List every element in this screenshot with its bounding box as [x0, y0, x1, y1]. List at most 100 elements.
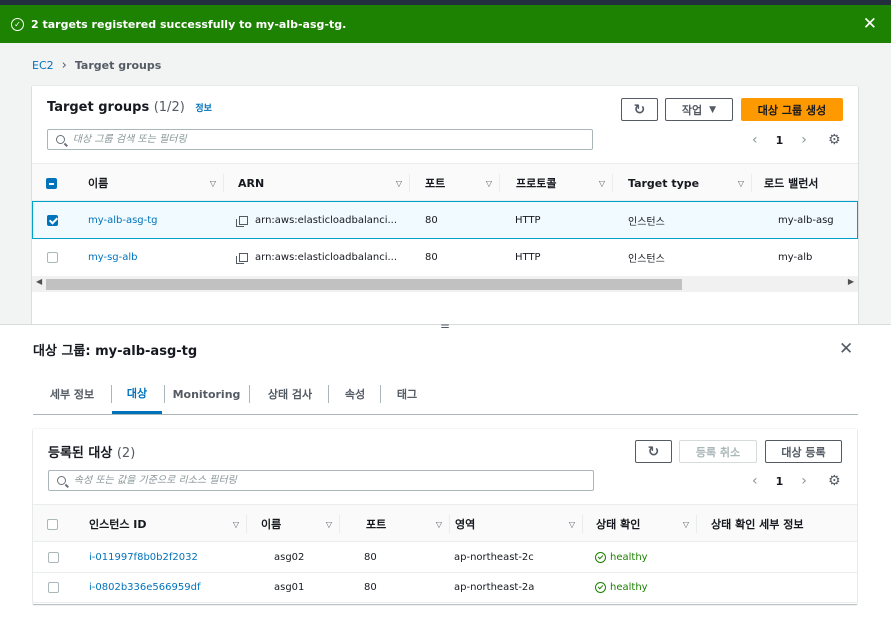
column-label: 상태 확인 세부 정보 — [711, 518, 804, 531]
tab-monitoring[interactable]: Monitoring — [169, 374, 244, 414]
status-positive-icon — [595, 582, 606, 593]
column-divider — [696, 515, 697, 533]
table-row[interactable]: my-sg-alb arn:aws:elasticloadbalanci... … — [32, 239, 858, 277]
instance-id-link[interactable]: i-0802b336e566959df — [89, 573, 200, 602]
sort-caret-icon: ▽ — [325, 519, 332, 529]
row-checkbox[interactable] — [48, 552, 59, 563]
breadcrumb-ec2[interactable]: EC2 — [32, 59, 54, 72]
target-group-name-link[interactable]: my-sg-alb — [88, 239, 138, 276]
column-header-name[interactable]: 이름 ▽ — [261, 505, 340, 543]
settings-gear-icon[interactable]: ⚙ — [828, 132, 841, 148]
column-header-protocol[interactable]: 프로토콜 ▽ — [516, 164, 613, 202]
select-all-checkbox[interactable] — [47, 518, 58, 530]
copy-icon[interactable] — [236, 215, 248, 227]
health-text: healthy — [610, 582, 648, 593]
column-label: 포트 — [425, 177, 446, 190]
settings-gear-icon[interactable]: ⚙ — [828, 473, 841, 489]
refresh-button[interactable]: ↻ — [621, 98, 658, 121]
column-label: 프로토콜 — [516, 177, 557, 190]
actions-button[interactable]: 작업 ▼ — [665, 98, 733, 121]
panel-count: (1/2) — [153, 100, 185, 115]
info-link[interactable]: 정보 — [195, 104, 212, 114]
column-label: 상태 확인 — [596, 518, 641, 531]
column-header-load-balancer[interactable]: 로드 밸런서 — [764, 164, 858, 202]
sort-caret-icon: ▽ — [485, 178, 492, 188]
create-target-group-button[interactable]: 대상 그룹 생성 — [741, 98, 843, 121]
table-row[interactable]: my-alb-asg-tg arn:aws:elasticloadbalanci… — [32, 201, 858, 239]
deregister-button[interactable]: 등록 취소 — [679, 440, 757, 463]
target-group-name-link[interactable]: my-alb-asg-tg — [88, 202, 158, 238]
column-header-instance-id[interactable]: 인스턴스 ID ▽ — [89, 505, 247, 543]
scrollbar-thumb[interactable] — [46, 279, 682, 290]
horizontal-scrollbar[interactable]: ◀ ▶ — [32, 276, 858, 292]
instance-id-link[interactable]: i-011997f8b0b2f2032 — [89, 543, 198, 572]
table-row[interactable]: i-011997f8b0b2f2032 asg02 80 ap-northeas… — [33, 543, 857, 573]
sort-caret-icon: ▽ — [209, 178, 216, 188]
scroll-left-arrow-icon[interactable]: ◀ — [36, 277, 42, 286]
refresh-button[interactable]: ↻ — [635, 440, 672, 463]
tab-health-checks[interactable]: 상태 검사 — [256, 374, 324, 414]
page-number[interactable]: 1 — [776, 475, 784, 488]
protocol-cell: HTTP — [515, 214, 541, 226]
column-header-port[interactable]: 포트 ▽ — [366, 505, 450, 543]
target-group-search[interactable] — [47, 129, 593, 150]
chevron-right-icon[interactable]: › — [801, 132, 807, 148]
column-divider — [339, 515, 340, 533]
search-input[interactable] — [73, 475, 593, 486]
registered-title-text: 등록된 대상 — [48, 446, 113, 461]
registered-count: (2) — [116, 446, 136, 461]
tab-divider — [164, 385, 165, 403]
close-icon[interactable]: ✕ — [839, 339, 853, 359]
column-header-zone[interactable]: 영역 ▽ — [455, 505, 583, 543]
zone-cell: ap-northeast-2c — [454, 552, 534, 563]
column-divider — [246, 515, 247, 533]
tab-attributes[interactable]: 속성 — [333, 374, 377, 414]
caret-down-icon: ▼ — [709, 104, 717, 115]
page-number[interactable]: 1 — [776, 134, 784, 147]
chevron-left-icon[interactable]: ‹ — [752, 473, 758, 489]
column-divider — [751, 174, 752, 192]
tab-targets[interactable]: 대상 — [112, 374, 162, 414]
column-label: 이름 — [261, 518, 282, 531]
select-all-checkbox[interactable] — [46, 177, 57, 189]
health-status: healthy — [595, 543, 648, 572]
close-icon[interactable]: ✕ — [863, 14, 877, 34]
column-label: 로드 밸런서 — [764, 177, 819, 190]
row-checkbox[interactable] — [47, 252, 58, 263]
column-header-port[interactable]: 포트 ▽ — [425, 164, 500, 202]
arn-text: arn:aws:elasticloadbalanci... — [255, 214, 398, 226]
column-divider — [582, 515, 583, 533]
row-checkbox[interactable] — [47, 214, 58, 226]
tab-tags[interactable]: 태그 — [385, 374, 429, 414]
copy-icon[interactable] — [236, 253, 248, 264]
column-header-arn[interactable]: ARN ▽ — [238, 164, 410, 202]
column-label: 영역 — [455, 518, 476, 531]
table-header: 이름 ▽ ARN ▽ 포트 ▽ 프로토콜 ▽ Target type ▽ 로드 … — [32, 163, 858, 201]
port-cell: 80 — [364, 582, 377, 593]
register-targets-button[interactable]: 대상 등록 — [765, 440, 842, 463]
target-type-cell: 인스턴스 — [628, 216, 665, 228]
tab-divider — [249, 385, 250, 403]
row-checkbox[interactable] — [48, 582, 59, 593]
scroll-right-arrow-icon[interactable]: ▶ — [848, 277, 854, 286]
column-header-name[interactable]: 이름 ▽ — [88, 164, 224, 202]
targets-search[interactable] — [48, 470, 594, 491]
arn-cell: arn:aws:elasticloadbalanci... — [236, 239, 397, 276]
column-header-health-details[interactable]: 상태 확인 세부 정보 — [711, 505, 857, 543]
row-select-cell — [47, 202, 58, 238]
search-input[interactable] — [72, 134, 592, 145]
refresh-icon: ↻ — [633, 101, 646, 118]
column-header-health[interactable]: 상태 확인 ▽ — [596, 505, 697, 543]
resize-handle-icon[interactable]: = — [440, 320, 450, 332]
chevron-right-icon[interactable]: › — [801, 473, 807, 489]
chevron-left-icon[interactable]: ‹ — [752, 132, 758, 148]
health-status: healthy — [595, 573, 648, 602]
breadcrumb: EC2 › Target groups — [32, 58, 161, 73]
tab-details[interactable]: 세부 정보 — [37, 374, 107, 414]
table-row[interactable]: i-0802b336e566959df asg01 80 ap-northeas… — [33, 573, 857, 603]
sort-caret-icon: ▽ — [232, 519, 239, 529]
table-header: 인스턴스 ID ▽ 이름 ▽ 포트 ▽ 영역 ▽ 상태 확인 ▽ 상태 확인 세… — [33, 504, 857, 542]
target-groups-panel: Target groups (1/2) 정보 ↻ 작업 ▼ 대상 그룹 생성 ‹… — [32, 86, 858, 324]
column-label: 이름 — [88, 177, 109, 190]
column-header-target-type[interactable]: Target type ▽ — [628, 164, 752, 202]
